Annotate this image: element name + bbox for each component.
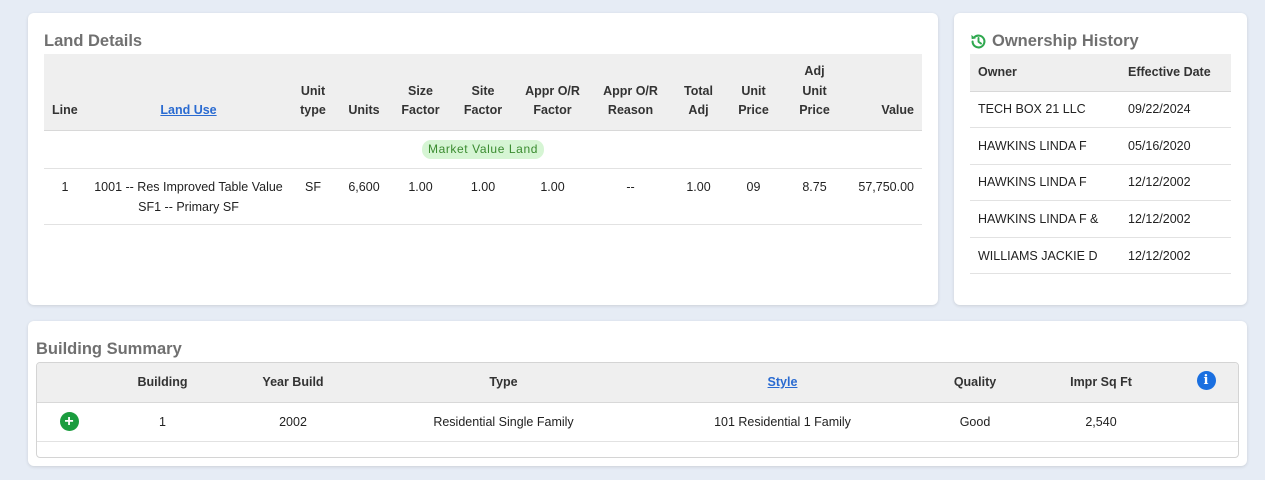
cell-date: 12/12/2002 (1120, 200, 1231, 238)
cell-date: 12/12/2002 (1120, 237, 1231, 275)
table-row: HAWKINS LINDA F & 12/12/2002 (970, 200, 1231, 238)
col-site-factor: Site Factor (448, 54, 518, 131)
cell-impr-sq-ft: 2,540 (1030, 402, 1172, 442)
col-impr-sq-ft: Impr Sq Ft (1030, 363, 1172, 403)
info-icon[interactable]: i (1196, 370, 1216, 390)
cell-owner: HAWKINS LINDA F (970, 127, 1120, 165)
cell-adj-unit-price: 8.75 (784, 168, 845, 225)
owner-header-row: Owner Effective Date (970, 54, 1231, 92)
cell-land-use: 1001 -- Res Improved Table Value SF1 -- P… (86, 168, 291, 225)
ownership-history-title: Ownership History (992, 32, 1139, 50)
cell-owner: HAWKINS LINDA F & (970, 200, 1120, 238)
cell-date: 09/22/2024 (1120, 91, 1231, 129)
col-info[interactable]: i (1172, 363, 1238, 403)
table-row: HAWKINS LINDA F 12/12/2002 (970, 164, 1231, 202)
col-land-use[interactable]: Land Use (86, 54, 291, 131)
land-details-title: Land Details (44, 32, 143, 50)
col-size-factor: Size Factor (393, 54, 448, 131)
col-year-build: Year Build (224, 363, 362, 403)
cell-year-build: 2002 (224, 402, 362, 442)
building-summary-table: Building Year Build Type Style Quality I… (37, 363, 1238, 442)
col-effective-date: Effective Date (1120, 54, 1231, 92)
table-row: TECH BOX 21 LLC 09/22/2024 (970, 91, 1231, 129)
cell-total-adj: 1.00 (674, 168, 723, 225)
cell-line: 1 (44, 168, 86, 225)
cell-date: 12/12/2002 (1120, 164, 1231, 202)
cell-style: 101 Residential 1 Family (645, 402, 920, 442)
group-row: Market Value Land (44, 130, 922, 169)
cell-building: 1 (101, 402, 224, 442)
col-quality: Quality (920, 363, 1030, 403)
cell-expand[interactable]: + (37, 402, 101, 442)
cell-site-factor: 1.00 (448, 168, 518, 225)
cell-owner: HAWKINS LINDA F (970, 164, 1120, 202)
col-units: Units (335, 54, 393, 131)
col-appr-factor: Appr O/R Factor (518, 54, 587, 131)
building-summary-table-wrapper: Building Year Build Type Style Quality I… (36, 362, 1239, 458)
col-appr-reason: Appr O/R Reason (587, 54, 674, 131)
ownership-history-card: Ownership History Owner Effective Date T… (954, 13, 1247, 305)
plus-circle-icon[interactable]: + (59, 412, 79, 431)
building-summary-title: Building Summary (36, 340, 182, 358)
style-sort-link[interactable]: Style (768, 375, 798, 389)
col-owner: Owner (970, 54, 1120, 92)
cell-units: 6,600 (335, 168, 393, 225)
cell-owner: TECH BOX 21 LLC (970, 91, 1120, 129)
table-row: WILLIAMS JACKIE D 12/12/2002 (970, 237, 1231, 275)
col-building: Building (101, 363, 224, 403)
col-total-adj: Total Adj (674, 54, 723, 131)
col-adj-unit-price: Adj Unit Price (784, 54, 845, 131)
col-unit-type: Unit type (291, 54, 335, 131)
table-row: + 1 2002 Residential Single Family 101 R… (37, 402, 1238, 442)
land-header-row: Line Land Use Unit type Units Size Factor … (44, 54, 922, 131)
cell-appr-reason: -- (587, 168, 674, 225)
cell-value: 57,750.00 (845, 168, 922, 225)
land-details-table: Line Land Use Unit type Units Size Factor … (44, 54, 922, 225)
col-expand (37, 363, 101, 403)
cell-size-factor: 1.00 (393, 168, 448, 225)
cell-unit-price: 09 (723, 168, 784, 225)
land-details-card: Land Details Line Land Use Unit type Unit… (28, 13, 938, 305)
history-icon (971, 34, 986, 49)
col-line: Line (44, 54, 86, 131)
col-type: Type (362, 363, 645, 403)
col-value: Value (845, 54, 922, 131)
cell-type: Residential Single Family (362, 402, 645, 442)
cell-date: 05/16/2020 (1120, 127, 1231, 165)
table-row: HAWKINS LINDA F 05/16/2020 (970, 127, 1231, 165)
building-header-row: Building Year Build Type Style Quality I… (37, 363, 1238, 403)
table-row: 1 1001 -- Res Improved Table Value SF1 --… (44, 168, 922, 225)
cell-quality: Good (920, 402, 1030, 442)
building-summary-card: Building Summary Building Year Build Typ… (28, 321, 1247, 466)
market-value-land-badge: Market Value Land (421, 140, 545, 159)
land-use-sort-link[interactable]: Land Use (160, 103, 216, 117)
cell-unit-type: SF (291, 168, 335, 225)
ownership-history-table: Owner Effective Date TECH BOX 21 LLC 09/… (970, 54, 1231, 275)
cell-appr-factor: 1.00 (518, 168, 587, 225)
cell-owner: WILLIAMS JACKIE D (970, 237, 1120, 275)
col-style[interactable]: Style (645, 363, 920, 403)
col-unit-price: Unit Price (723, 54, 784, 131)
cell-empty (1172, 402, 1238, 442)
